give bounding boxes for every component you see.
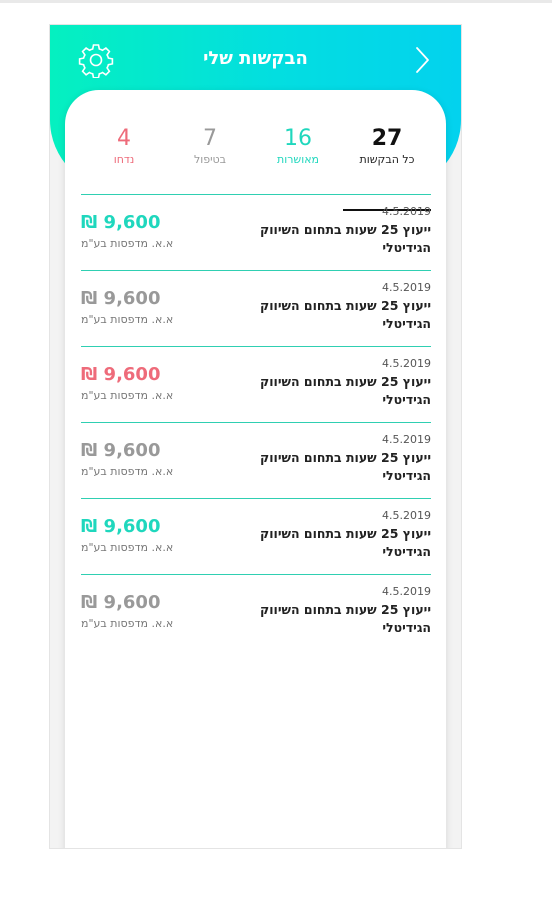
list-item[interactable]: 4.5.2019 ייעוץ 25 שעות בתחום השיווק הגיד…: [81, 498, 431, 574]
request-title: ייעוץ 25 שעות בתחום השיווק הגידיטלי: [260, 526, 431, 559]
chevron-right-icon[interactable]: [412, 45, 432, 75]
tab-approved[interactable]: 16 מאושרות: [254, 126, 342, 168]
request-amount: ₪ 9,600: [81, 592, 161, 613]
tab-count: 4: [117, 126, 131, 151]
page-title: הבקשות שלי: [203, 48, 308, 69]
request-amount: ₪ 9,600: [81, 440, 161, 461]
request-title: ייעוץ 25 שעות בתחום השיווק הגידיטלי: [260, 298, 431, 331]
request-vendor: א.א. מדפסות בע"מ: [81, 617, 174, 630]
tab-count: 27: [371, 126, 403, 151]
tab-count: 16: [284, 126, 312, 151]
tab-label: כל הבקשות: [359, 153, 415, 166]
request-vendor: א.א. מדפסות בע"מ: [81, 465, 174, 478]
request-title: ייעוץ 25 שעות בתחום השיווק הגידיטלי: [260, 222, 431, 255]
request-amount: ₪ 9,600: [81, 288, 161, 309]
request-vendor: א.א. מדפסות בע"מ: [81, 237, 174, 250]
request-vendor: א.א. מדפסות בע"מ: [81, 541, 174, 554]
tab-label: נדחו: [113, 153, 135, 166]
tab-all-requests[interactable]: 27 כל הבקשות: [343, 126, 431, 168]
request-date: 4.5.2019: [382, 585, 431, 598]
list-item[interactable]: 4.5.2019 ייעוץ 25 שעות בתחום השיווק הגיד…: [81, 194, 431, 270]
request-title: ייעוץ 25 שעות בתחום השיווק הגידיטלי: [260, 374, 431, 407]
request-date: 4.5.2019: [382, 357, 431, 370]
status-tabs: 27 כל הבקשות 16 מאושרות 7 בטיפול 4 נדחו: [65, 126, 446, 211]
list-item[interactable]: 4.5.2019 ייעוץ 25 שעות בתחום השיווק הגיד…: [81, 270, 431, 346]
request-title: ייעוץ 25 שעות בתחום השיווק הגידיטלי: [260, 602, 431, 635]
list-item[interactable]: 4.5.2019 ייעוץ 25 שעות בתחום השיווק הגיד…: [81, 574, 431, 650]
request-vendor: א.א. מדפסות בע"מ: [81, 313, 174, 326]
tab-in-progress[interactable]: 7 בטיפול: [166, 126, 254, 168]
page-top-border: [0, 0, 552, 3]
request-date: 4.5.2019: [382, 205, 431, 218]
request-vendor: א.א. מדפסות בע"מ: [81, 389, 174, 402]
list-item[interactable]: 4.5.2019 ייעוץ 25 שעות בתחום השיווק הגיד…: [81, 346, 431, 422]
tab-label: בטיפול: [193, 153, 227, 166]
request-amount: ₪ 9,600: [81, 516, 161, 537]
app-screen: הבקשות שלי 27 כל הבקשות 16 מאושרות 7 בטי…: [49, 24, 462, 849]
tab-label: מאושרות: [276, 153, 320, 166]
list-item[interactable]: 4.5.2019 ייעוץ 25 שעות בתחום השיווק הגיד…: [81, 422, 431, 498]
tab-count: 7: [203, 126, 217, 151]
request-amount: ₪ 9,600: [81, 212, 161, 233]
request-date: 4.5.2019: [382, 433, 431, 446]
request-list: 4.5.2019 ייעוץ 25 שעות בתחום השיווק הגיד…: [81, 194, 431, 650]
request-date: 4.5.2019: [382, 281, 431, 294]
tab-rejected[interactable]: 4 נדחו: [80, 126, 168, 168]
request-title: ייעוץ 25 שעות בתחום השיווק הגידיטלי: [260, 450, 431, 483]
request-date: 4.5.2019: [382, 509, 431, 522]
requests-card: 27 כל הבקשות 16 מאושרות 7 בטיפול 4 נדחו …: [65, 90, 446, 848]
request-amount: ₪ 9,600: [81, 364, 161, 385]
